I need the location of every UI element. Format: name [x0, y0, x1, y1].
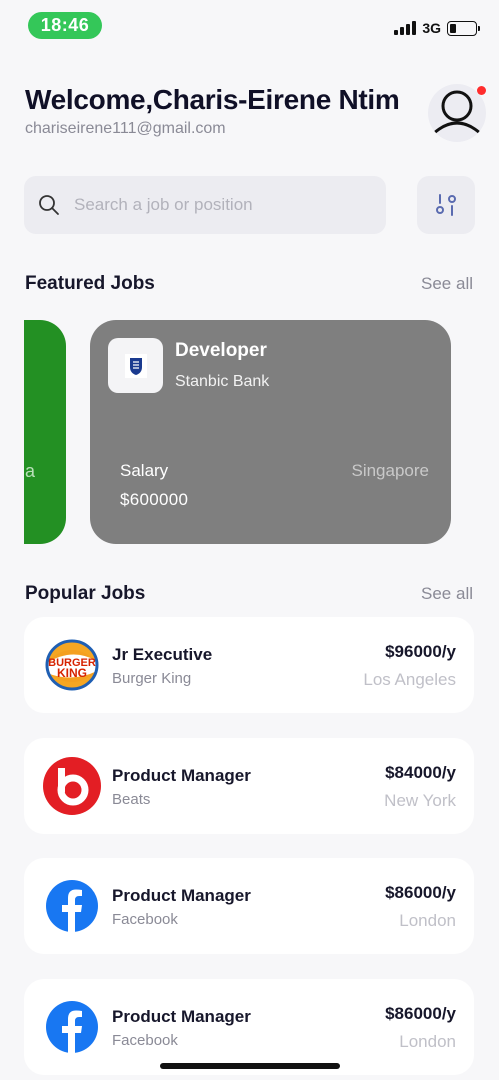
search-icon — [39, 195, 59, 215]
company-logo — [108, 338, 163, 393]
signal-icon — [394, 21, 417, 35]
popular-see-all-link[interactable]: See all — [421, 584, 473, 604]
featured-card-partial[interactable] — [24, 320, 66, 544]
beats-logo-icon — [42, 756, 102, 816]
popular-jobs-title: Popular Jobs — [25, 583, 146, 604]
job-company: Facebook — [112, 1032, 178, 1049]
featured-location: Singapore — [351, 461, 429, 480]
user-email: chariseirene111@gmail.com — [25, 120, 226, 137]
job-location: Los Angeles — [363, 670, 456, 689]
job-salary: $86000/y — [385, 1004, 456, 1023]
facebook-logo-icon — [42, 876, 102, 936]
job-title: Product Manager — [112, 1007, 251, 1026]
burger-king-logo-icon: BURGER KING — [42, 635, 102, 695]
featured-card-partial-text: a — [25, 461, 36, 481]
job-title: Product Manager — [112, 886, 251, 905]
search-input[interactable] — [74, 195, 354, 215]
salary-label: Salary — [120, 461, 169, 480]
battery-icon — [447, 20, 480, 36]
featured-job-card[interactable]: Developer Stanbic Bank Salary $600000 Si… — [90, 320, 451, 544]
list-item[interactable]: Product Manager Facebook $86000/y London — [24, 979, 474, 1075]
featured-company: Stanbic Bank — [175, 373, 270, 390]
job-title: Jr Executive — [112, 645, 213, 664]
featured-jobs-title: Featured Jobs — [25, 273, 155, 294]
job-location: New York — [384, 791, 456, 810]
featured-job-title: Developer — [175, 340, 267, 361]
job-location: London — [399, 1032, 456, 1051]
job-title: Product Manager — [112, 766, 251, 785]
status-indicators: 3G — [394, 20, 480, 36]
welcome-heading: Welcome,Charis-Eirene Ntim — [25, 84, 400, 115]
status-bar: 18:46 3G — [0, 0, 499, 52]
svg-text:KING: KING — [57, 666, 87, 680]
home-indicator[interactable] — [160, 1063, 340, 1069]
filter-icon — [436, 194, 456, 216]
filter-button[interactable] — [417, 176, 475, 234]
stanbic-bank-logo — [124, 353, 147, 378]
job-location: London — [399, 911, 456, 930]
job-salary: $84000/y — [385, 763, 456, 782]
job-company: Facebook — [112, 911, 178, 928]
list-item[interactable]: BURGER KING Jr Executive Burger King $96… — [24, 617, 474, 713]
salary-value: $600000 — [120, 490, 189, 509]
search-bar — [24, 176, 386, 234]
job-salary: $96000/y — [385, 642, 456, 661]
facebook-logo-icon — [42, 997, 102, 1057]
notification-dot — [477, 86, 486, 95]
network-type: 3G — [422, 20, 441, 36]
job-salary: $86000/y — [385, 883, 456, 902]
list-item[interactable]: Product Manager Facebook $86000/y London — [24, 858, 474, 954]
featured-see-all-link[interactable]: See all — [421, 274, 473, 294]
status-time: 18:46 — [28, 12, 102, 39]
list-item[interactable]: Product Manager Beats $84000/y New York — [24, 738, 474, 834]
job-company: Burger King — [112, 670, 192, 687]
job-company: Beats — [112, 791, 151, 808]
